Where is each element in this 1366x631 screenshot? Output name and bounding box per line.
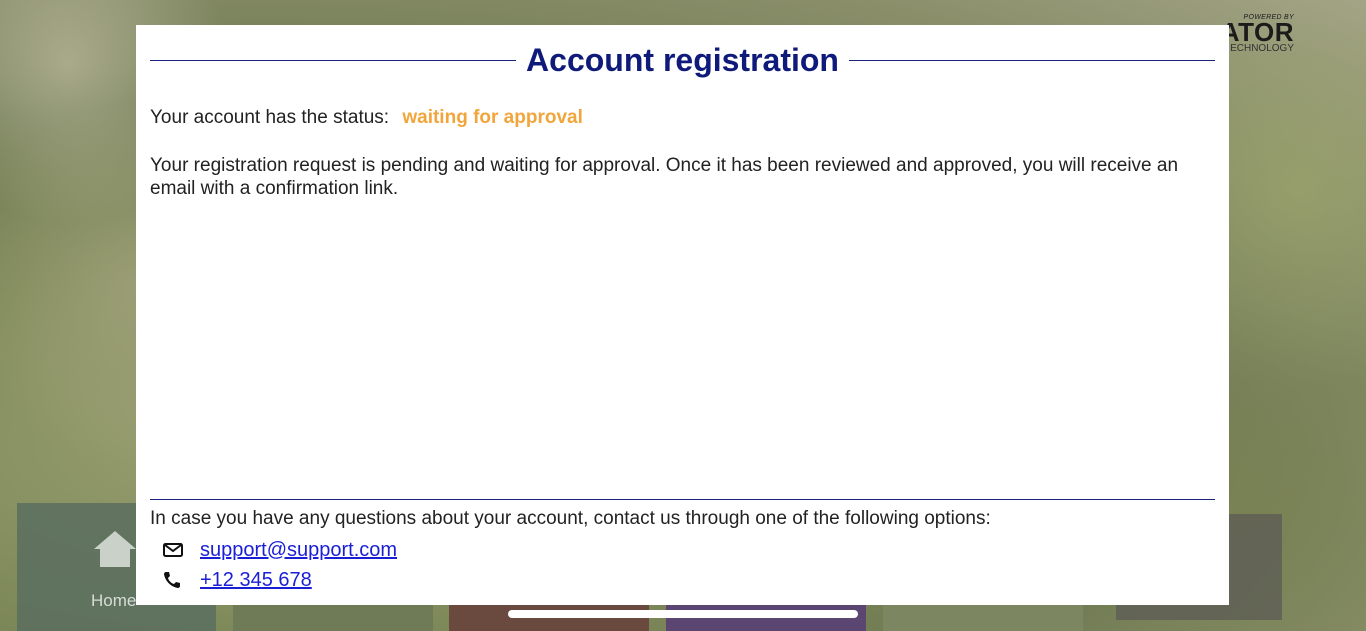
dialog-header: Account registration	[150, 40, 1216, 80]
home-tile-label: Home	[91, 591, 137, 610]
divider	[150, 499, 1215, 500]
contact-email: support@support.com	[162, 538, 397, 562]
dialog-title: Account registration	[526, 41, 839, 78]
support-email-link[interactable]: support@support.com	[200, 539, 397, 562]
brand-logo: POWERED BY ATOR ECHNOLOGY	[1221, 14, 1294, 54]
title-rule-left	[150, 59, 517, 61]
status-prefix: Your account has the status:	[150, 107, 390, 128]
brand-name: ATOR	[1220, 17, 1294, 47]
home-indicator[interactable]	[508, 610, 858, 618]
title-rule-right	[848, 59, 1216, 61]
status-description: Your registration request is pending and…	[150, 155, 1179, 199]
status-badge: waiting for approval	[402, 107, 583, 128]
account-registration-dialog: Account registration Your account has th…	[136, 25, 1229, 605]
home-icon	[94, 531, 136, 567]
help-text: In case you have any questions about you…	[150, 508, 991, 529]
mail-icon	[163, 543, 183, 557]
brand-subline: ECHNOLOGY	[1230, 43, 1294, 54]
support-phone-link[interactable]: +12 345 678	[200, 569, 312, 592]
contact-phone: +12 345 678	[162, 568, 312, 592]
account-status-line: Your account has the status: waiting for…	[150, 107, 583, 129]
phone-icon	[164, 572, 180, 588]
